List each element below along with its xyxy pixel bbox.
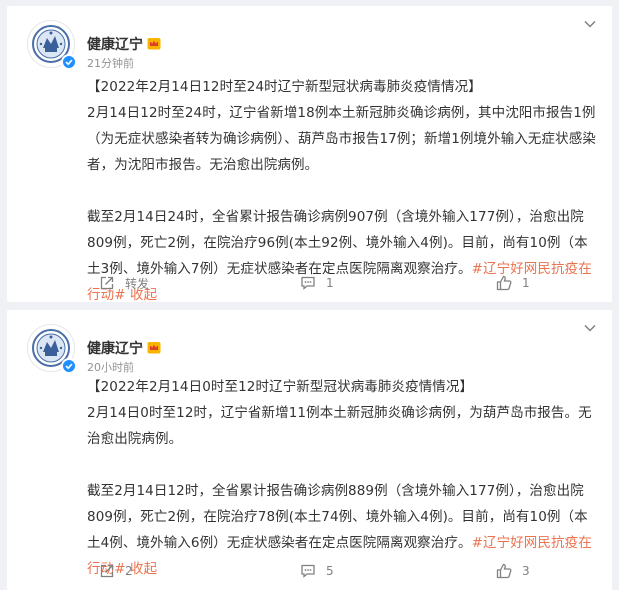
share-icon: [100, 564, 114, 578]
comment-button[interactable]: 5: [300, 562, 334, 580]
comment-button[interactable]: 1: [300, 274, 334, 292]
repost-button[interactable]: 2: [99, 562, 133, 580]
author-name[interactable]: 健康辽宁: [87, 338, 143, 358]
post-timestamp[interactable]: 20小时前: [87, 359, 134, 375]
share-icon: [100, 276, 114, 290]
post-paragraph: 2月14日12时至24时，辽宁省新增18例本土新冠肺炎确诊病例，其中沈阳市报告1…: [87, 105, 596, 173]
comment-icon: [301, 276, 315, 290]
like-count: 3: [522, 564, 530, 578]
author-avatar[interactable]: [27, 324, 77, 374]
thumbs-up-icon: [496, 275, 512, 291]
repost-count: 2: [125, 564, 133, 578]
post-body: 【2022年2月14日0时至12时辽宁新型冠状病毒肺炎疫情情况】 2月14日0时…: [87, 374, 598, 582]
weibo-post-card: 健康辽宁 21分钟前 【2022年2月14日12时至24时辽宁新型冠状病毒肺炎疫…: [7, 6, 612, 303]
weibo-post-card: 健康辽宁 20小时前 【2022年2月14日0时至12时辽宁新型冠状病毒肺炎疫情…: [7, 310, 612, 590]
post-timestamp[interactable]: 21分钟前: [87, 55, 134, 71]
comment-count: 5: [326, 564, 334, 578]
like-button[interactable]: 3: [496, 562, 530, 580]
author-name[interactable]: 健康辽宁: [87, 34, 143, 54]
like-button[interactable]: 1: [496, 274, 530, 292]
vip-crown-icon: [147, 342, 161, 354]
verified-badge-icon: [61, 358, 77, 374]
repost-button[interactable]: 转发: [99, 274, 149, 292]
vip-crown-icon: [147, 38, 161, 50]
post-headline: 【2022年2月14日12时至24时辽宁新型冠状病毒肺炎疫情情况】: [87, 79, 482, 95]
author-avatar[interactable]: [27, 20, 77, 70]
comment-count: 1: [326, 276, 334, 290]
comment-icon: [301, 564, 315, 578]
repost-label: 转发: [125, 276, 150, 291]
chevron-down-icon[interactable]: [584, 20, 596, 28]
like-count: 1: [522, 276, 530, 290]
post-headline: 【2022年2月14日0时至12时辽宁新型冠状病毒肺炎疫情情况】: [87, 379, 474, 395]
thumbs-up-icon: [496, 563, 512, 579]
chevron-down-icon[interactable]: [584, 324, 596, 332]
post-paragraph: 2月14日0时至12时，辽宁省新增11例本土新冠肺炎确诊病例，为葫芦岛市报告。无…: [87, 405, 592, 447]
verified-badge-icon: [61, 54, 77, 70]
post-actions: 转发 1 1: [7, 264, 612, 302]
post-actions: 2 5 3: [7, 552, 612, 590]
